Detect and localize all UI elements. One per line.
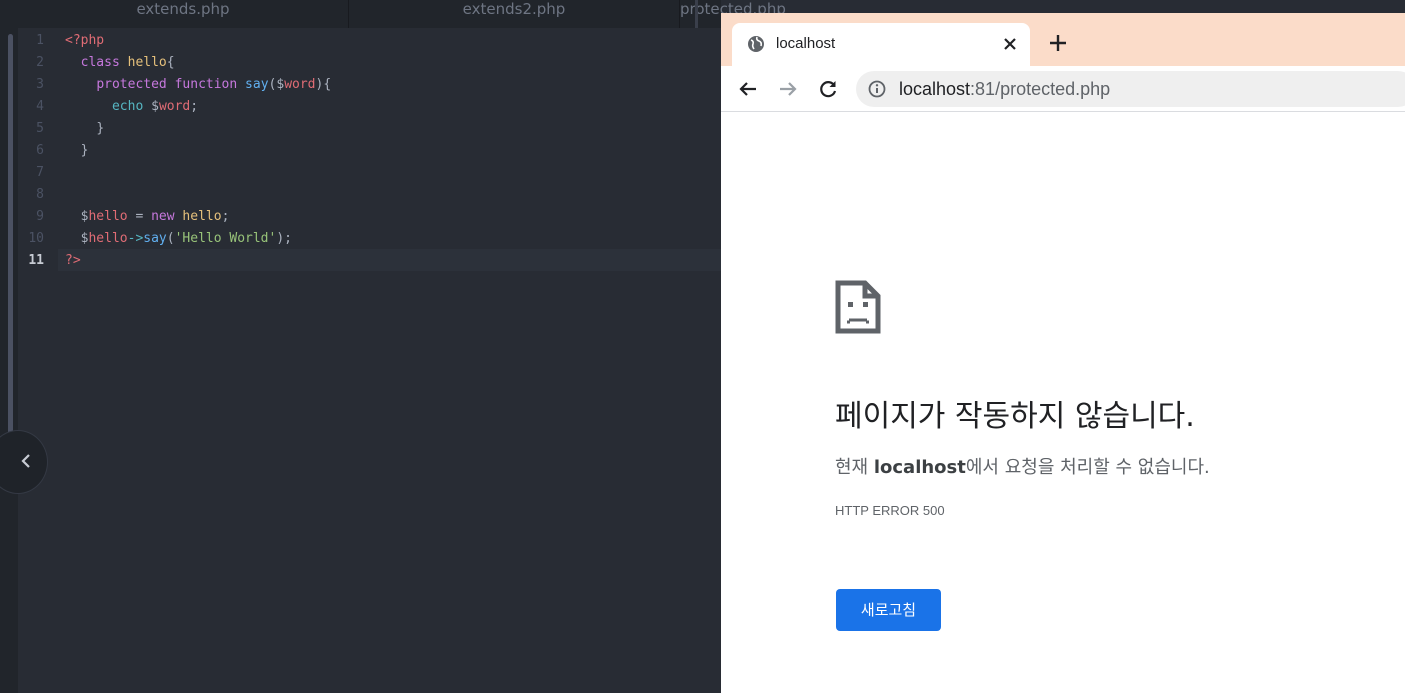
url-host: localhost — [899, 79, 971, 99]
code-token: say — [143, 231, 167, 246]
tab-divider — [695, 0, 698, 28]
code-line: $hello = new hello; — [65, 206, 230, 228]
code-token: -> — [127, 231, 144, 246]
code-line: echo $word; — [65, 96, 198, 118]
code-token: function — [174, 77, 238, 92]
error-desc-suffix: 에서 요청을 처리할 수 없습니다. — [965, 457, 1210, 478]
editor-tab-bar: extends.php extends2.php protected.php — [18, 0, 786, 28]
code-line: } — [65, 118, 104, 140]
code-token: echo — [111, 99, 144, 114]
error-code: HTTP ERROR 500 — [835, 503, 945, 518]
code-line: } — [65, 140, 89, 162]
address-bar[interactable]: localhost:81/protected.php — [856, 71, 1405, 107]
code-token: <?php — [65, 33, 105, 48]
error-heading: 페이지가 작동하지 않습니다. — [835, 399, 1195, 434]
code-line: class hello{ — [65, 52, 175, 74]
code-token: hello — [88, 209, 128, 224]
code-token: $ — [276, 77, 285, 92]
line-number: 8 — [36, 187, 44, 202]
code-token: ( — [166, 231, 175, 246]
error-desc-host: localhost — [873, 457, 966, 478]
browser-tab-strip: localhost — [721, 13, 1405, 66]
line-number: 6 — [36, 143, 44, 158]
code-line: $hello->say('Hello World'); — [65, 228, 292, 250]
code-token: $ — [151, 99, 159, 114]
browser-tab[interactable]: localhost — [732, 23, 1030, 66]
code-token: protected — [96, 77, 167, 92]
code-token: word — [158, 99, 191, 114]
code-token: new — [151, 209, 175, 224]
code-token: ){ — [315, 77, 332, 92]
code-token: 'Hello World' — [174, 231, 277, 246]
error-page: 페이지가 작동하지 않습니다. 현재 localhost에서 요청을 처리할 수… — [721, 112, 1405, 693]
error-description: 현재 localhost에서 요청을 처리할 수 없습니다. — [835, 453, 1210, 479]
line-number: 2 — [36, 55, 44, 70]
code-token: hello — [88, 231, 128, 246]
browser-window: localhost localhost:81/protected.php 페이지… — [721, 13, 1405, 693]
code-token: } — [80, 143, 89, 158]
code-editor: extends.php extends2.php protected.php 1… — [0, 0, 786, 693]
line-number: 9 — [36, 209, 44, 224]
editor-scrollbar[interactable] — [8, 34, 13, 472]
code-token: { — [166, 55, 175, 70]
code-token: class — [80, 55, 120, 70]
close-icon[interactable] — [1000, 34, 1020, 54]
line-number: 5 — [36, 121, 44, 136]
url-path: :81/protected.php — [970, 79, 1111, 99]
code-token: ); — [276, 231, 292, 246]
editor-tab-extends[interactable]: extends.php — [18, 0, 349, 28]
line-number: 3 — [36, 77, 44, 92]
browser-toolbar: localhost:81/protected.php — [721, 66, 1405, 112]
chevron-left-icon — [21, 454, 30, 468]
code-token: ?> — [65, 253, 81, 268]
code-token: say — [245, 77, 269, 92]
url-text[interactable]: localhost:81/protected.php — [899, 79, 1110, 100]
forward-arrow-icon[interactable] — [777, 78, 799, 100]
sad-file-icon — [835, 280, 881, 334]
line-number: 1 — [36, 33, 44, 48]
code-line: protected function say($word){ — [65, 74, 331, 96]
code-token: ; — [190, 99, 199, 114]
reload-button[interactable]: 새로고침 — [836, 589, 941, 631]
editor-tab-extends2[interactable]: extends2.php — [349, 0, 680, 28]
editor-tab-protected[interactable]: protected.php — [680, 0, 786, 28]
line-number: 4 — [36, 99, 44, 114]
back-arrow-icon[interactable] — [737, 78, 759, 100]
code-token: hello — [127, 55, 167, 70]
line-number-current: 11 — [28, 253, 44, 268]
new-tab-plus-icon[interactable] — [1047, 32, 1069, 54]
code-token: hello — [182, 209, 222, 224]
code-token: word — [284, 77, 316, 92]
line-number: 7 — [36, 165, 44, 180]
browser-tab-title: localhost — [776, 35, 836, 52]
collapse-panel-button[interactable] — [0, 430, 48, 494]
line-number: 10 — [28, 231, 44, 246]
code-token: ; — [221, 209, 230, 224]
current-line-highlight — [58, 249, 721, 271]
code-line: <?php — [65, 30, 104, 52]
error-desc-prefix: 현재 — [835, 457, 874, 478]
info-icon[interactable] — [868, 80, 886, 98]
code-token: } — [96, 121, 105, 136]
code-token: = — [127, 209, 152, 224]
globe-icon — [748, 36, 764, 52]
reload-icon[interactable] — [817, 78, 839, 100]
code-line: ?> — [65, 250, 81, 272]
